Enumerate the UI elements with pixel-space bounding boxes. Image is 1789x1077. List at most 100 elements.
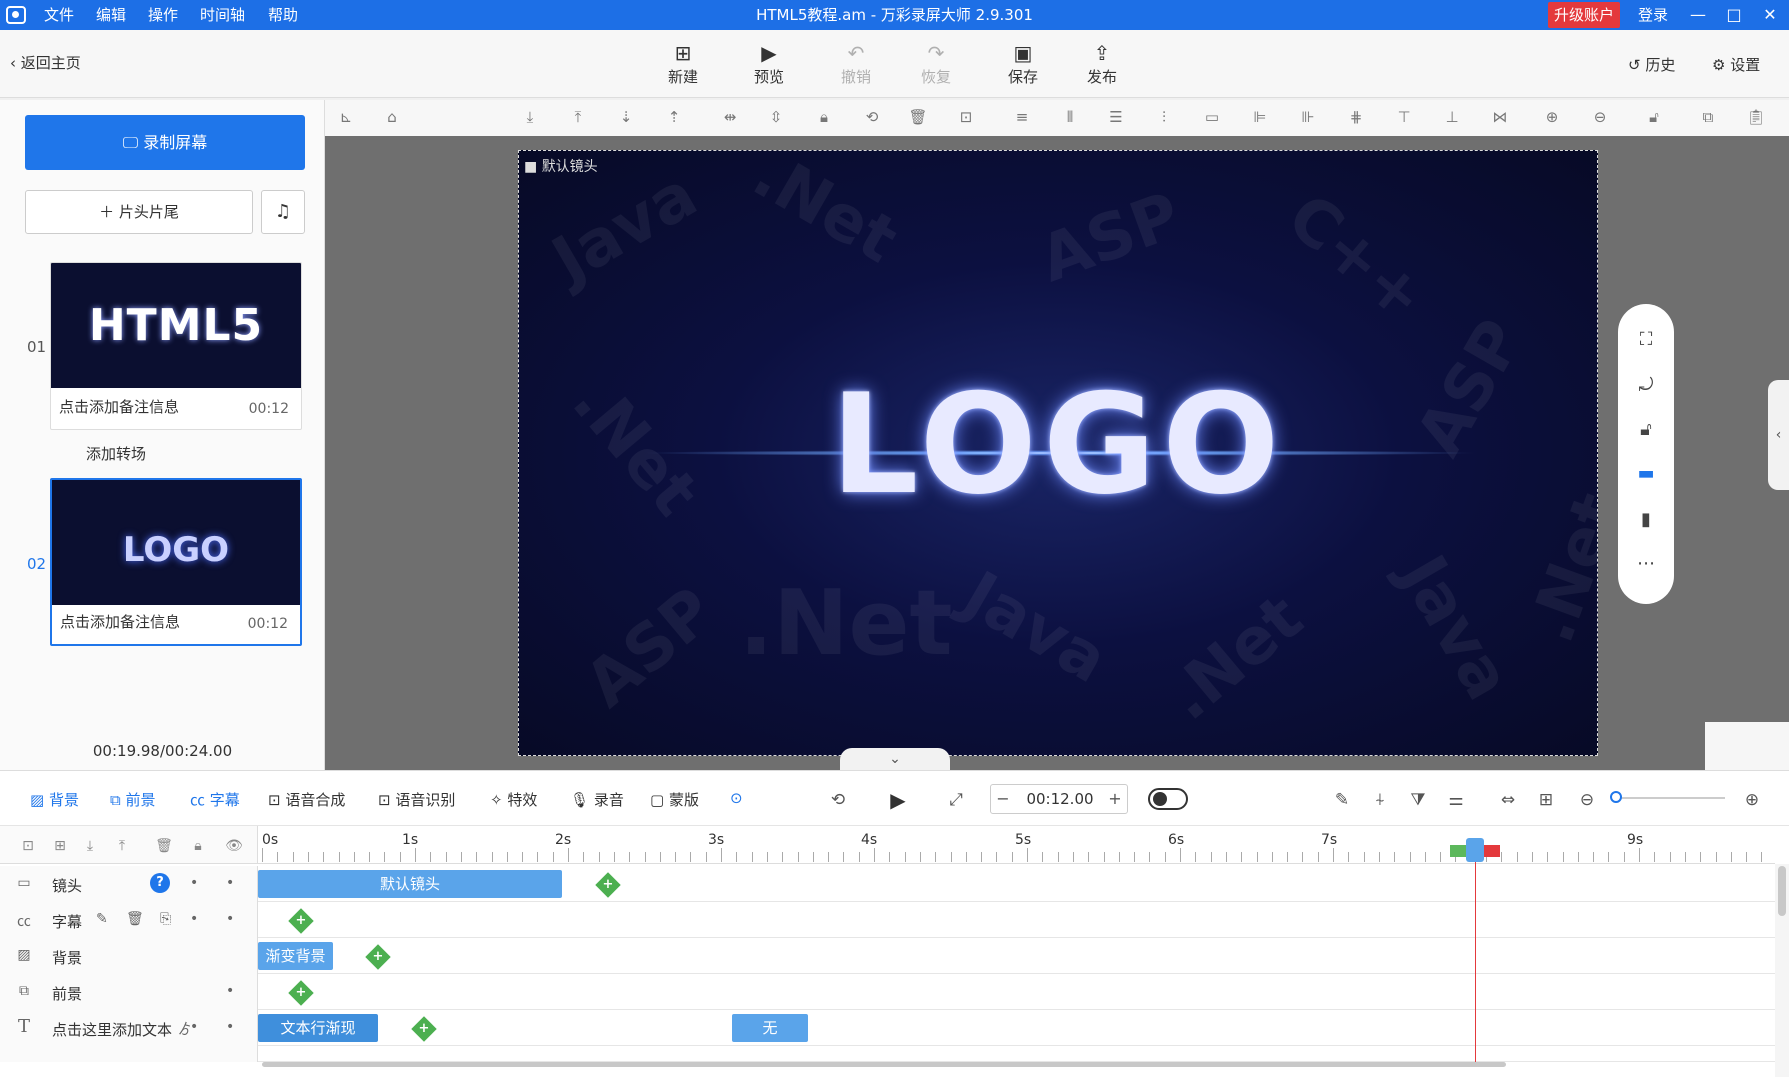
fit-width-icon[interactable]: ⇔ (1496, 788, 1520, 812)
zoom-slider-handle[interactable] (1610, 791, 1622, 803)
tab-foreground[interactable]: ⧉ 前景 (110, 789, 156, 810)
adjust-icon[interactable]: ⚌ (1444, 788, 1468, 812)
add-keyframe-icon[interactable]: + (595, 872, 621, 898)
menu-operation[interactable]: 操作 (148, 0, 178, 30)
menu-file[interactable]: 文件 (44, 0, 74, 30)
delete-icon[interactable]: 🗑︎ (154, 838, 174, 854)
distribute-h-icon[interactable]: ⫴ (1058, 104, 1082, 130)
desktop-icon[interactable]: ▬ (1630, 458, 1662, 490)
split-icon[interactable]: ⍭ (1368, 788, 1392, 812)
align-top-icon[interactable]: ⊤ (1392, 104, 1416, 130)
delete-icon[interactable]: 🗑︎ (906, 104, 930, 130)
back-home-button[interactable]: ‹ 返回主页 (10, 52, 81, 73)
flip-horizontal-icon[interactable]: ⇹ (718, 104, 742, 130)
edit-icon[interactable]: ✎ (1330, 788, 1354, 812)
add-keyframe-icon[interactable]: + (411, 1016, 437, 1042)
tab-effects[interactable]: ✧ 特效 (490, 789, 537, 810)
background-clip[interactable]: 渐变背景 (258, 942, 333, 970)
new-folder-icon[interactable]: ⊞ (50, 838, 70, 854)
zoom-in-icon[interactable]: ⊕ (1540, 104, 1564, 130)
fullscreen-icon[interactable]: ⛶ (1630, 324, 1662, 356)
more-tabs-icon[interactable]: ⊙ (730, 789, 743, 807)
ruler-icon[interactable]: ⊾ (334, 104, 358, 130)
move-up-icon[interactable]: ⇡ (662, 104, 686, 130)
time-stepper[interactable]: − 00:12.00 + (990, 784, 1128, 814)
zoom-in-icon[interactable]: ⊕ (1740, 788, 1764, 812)
chevron-left-icon[interactable]: ‹ (1768, 380, 1789, 490)
zoom-slider[interactable] (1617, 797, 1725, 799)
align-left-icon[interactable]: ⊫ (1248, 104, 1272, 130)
align-bottom-icon[interactable]: ⊥ (1440, 104, 1464, 130)
replay-icon[interactable]: ⟲ (826, 788, 850, 812)
dot-icon[interactable]: • (190, 911, 198, 927)
text-enter-clip[interactable]: 文本行渐现 (258, 1014, 378, 1042)
dot-icon[interactable]: • (190, 875, 198, 891)
upgrade-account-button[interactable]: 升级账户 (1548, 2, 1621, 28)
add-keyframe-icon[interactable]: + (288, 908, 314, 934)
tab-record-audio[interactable]: 🎙︎ 录音 (570, 789, 624, 810)
edit-icon[interactable]: ✎ (96, 911, 108, 927)
mobile-icon[interactable]: ▮ (1630, 504, 1662, 536)
tab-speech-recognition[interactable]: ⊡ 语音识别 (378, 789, 455, 810)
login-button[interactable]: 登录 (1638, 0, 1668, 30)
horizontal-scrollbar[interactable] (262, 1062, 1506, 1067)
unlock-icon[interactable]: 🔓︎ (1630, 414, 1662, 446)
help-icon[interactable]: ? (150, 873, 170, 893)
scene-card-2[interactable]: LOGO 点击添加备注信息 00:12 (50, 478, 302, 646)
align-vcenter-icon[interactable]: ⋈ (1488, 104, 1512, 130)
tab-mask[interactable]: ▢ 蒙版 (650, 789, 699, 810)
move-down-icon[interactable]: ⤓ (80, 838, 100, 854)
track-row-foreground[interactable]: ⧉ 前景 • (0, 974, 1775, 1010)
chevron-down-icon[interactable]: ⌄ (840, 748, 950, 770)
move-up-icon[interactable]: ⤒ (112, 838, 132, 854)
move-bottom-icon[interactable]: ⤓ (518, 104, 542, 130)
preview-button[interactable]: ▶ 预览 (739, 40, 799, 87)
add-keyframe-icon[interactable]: + (288, 980, 314, 1006)
unlock-icon[interactable]: 🔓︎ (1642, 104, 1666, 130)
move-top-icon[interactable]: ⤒ (566, 104, 590, 130)
fit-icon[interactable]: ⊡ (954, 104, 978, 130)
vertical-scrollbar-thumb[interactable] (1778, 866, 1786, 916)
scene-note[interactable]: 点击添加备注信息 (60, 611, 180, 632)
menu-help[interactable]: 帮助 (268, 0, 298, 30)
undo-button[interactable]: ↶ 撤销 (826, 40, 886, 87)
settings-button[interactable]: ⚙ 设置 (1712, 54, 1760, 75)
logo-text[interactable]: LOGO (518, 360, 1598, 530)
publish-button[interactable]: ⇪ 发布 (1072, 40, 1132, 87)
track-row-partial[interactable] (0, 1046, 1775, 1062)
lock-icon[interactable]: 🔒︎ (812, 104, 836, 130)
new-button[interactable]: ⊞ 新建 (653, 40, 713, 87)
track-row-subtitle[interactable]: ㏄ 字幕 ✎ 🗑︎ ⎘ • • (0, 902, 1775, 938)
filter-icon[interactable]: ⧩ (1406, 788, 1430, 812)
time-decrement-button[interactable]: − (991, 785, 1015, 813)
mini-panel[interactable] (1705, 722, 1789, 770)
home-icon[interactable]: ⌂ (380, 104, 404, 130)
align-right-icon[interactable]: ⊪ (1296, 104, 1320, 130)
distribute-v-icon[interactable]: ⫶ (1152, 104, 1176, 130)
time-increment-button[interactable]: + (1103, 785, 1127, 813)
menu-timeline[interactable]: 时间轴 (200, 0, 245, 30)
tab-subtitle[interactable]: ㏄ 字幕 (190, 789, 240, 810)
track-name[interactable]: 点击这里添加文本 (52, 1019, 172, 1040)
copy-icon[interactable]: ⧉ (1696, 104, 1720, 130)
delete-icon[interactable]: 🗑︎ (126, 911, 144, 927)
save-button[interactable]: ▣ 保存 (993, 40, 1053, 87)
intro-outro-button[interactable]: ＋ 片头片尾 (25, 190, 253, 234)
scene-note[interactable]: 点击添加备注信息 (59, 396, 179, 417)
paste-icon[interactable]: 📋︎ (1744, 104, 1768, 130)
add-keyframe-icon[interactable]: + (365, 944, 391, 970)
dot-icon[interactable]: • (226, 911, 234, 927)
more-icon[interactable]: ⋯ (1630, 548, 1662, 580)
maximize-icon[interactable]: □ (1716, 0, 1752, 30)
expand-icon[interactable]: ⤢ (944, 788, 968, 812)
add-transition-button[interactable]: 添加转场 (86, 443, 146, 464)
align-hcenter-icon[interactable]: ⋕ (1344, 104, 1368, 130)
play-icon[interactable]: ▶ (886, 788, 910, 812)
playhead-end-marker[interactable] (1484, 845, 1500, 857)
one-to-one-icon[interactable]: ⊞ (1534, 788, 1558, 812)
record-screen-button[interactable]: 🖵︎ 录制屏幕 (25, 115, 305, 170)
music-button[interactable]: ♫ (261, 190, 305, 234)
time-input[interactable]: 00:12.00 (1015, 785, 1105, 813)
align-middle-icon[interactable]: ☰ (1104, 104, 1128, 130)
tab-background[interactable]: ▨ 背景 (30, 789, 79, 810)
